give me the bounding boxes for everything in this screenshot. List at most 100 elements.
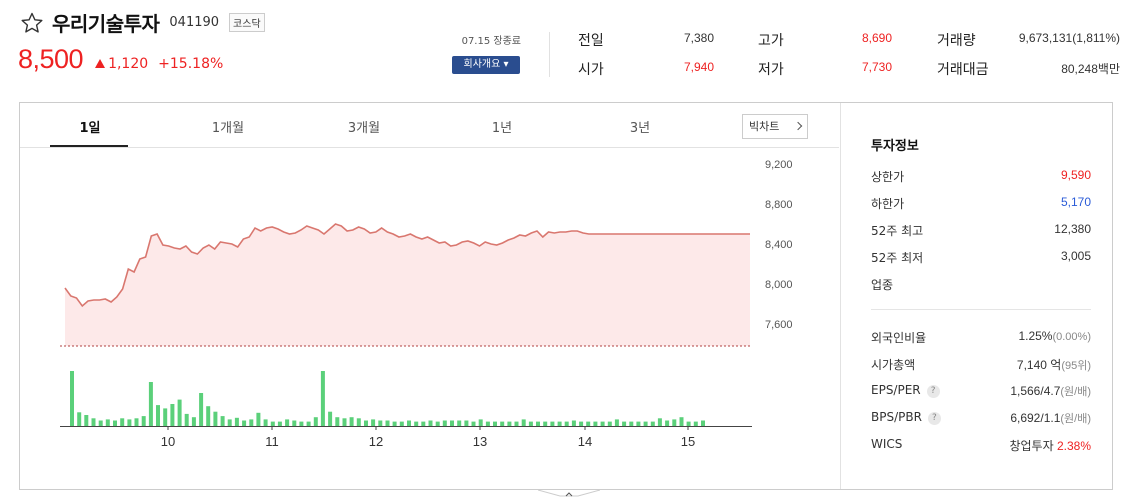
x-tick-label: 13 [473,434,487,449]
y-tick-label: 7,600 [765,319,793,331]
tab-1year[interactable]: 1년 [462,117,542,136]
market-status: 07.15 장종료 [461,36,521,47]
tab-1day[interactable]: 1일 [50,117,130,136]
volume-bar [378,420,383,426]
volume-bar [91,418,96,426]
y-tick-label: 8,000 [765,279,793,291]
volume-bar [521,419,526,426]
volume-bar [686,421,691,426]
big-chart-label: 빅차트 [749,120,780,133]
volume-bar [514,421,519,426]
info-value: 12,380 [1054,222,1091,236]
tab-3year[interactable]: 3년 [600,117,680,136]
market-badge: 코스닥 [229,13,265,32]
help-icon[interactable]: ? [926,385,940,398]
foreign-ratio-row: 외국인비율 1.25%(0.00%) [871,329,1091,349]
volume-bar [320,371,325,426]
volume-bar [277,421,282,426]
bps-pbr-label: BPS/PBR? [871,410,941,425]
volume-bar [485,421,490,426]
volume-bar [450,420,454,426]
period-tabs: 1일 1개월 3개월 1년 3년 빅차트 [20,103,839,148]
foreign-ratio-value: 1.25%(0.00%) [1018,329,1091,343]
volume-bar [292,420,297,426]
volume-value: 9,673,131(1,811%) [1018,31,1120,45]
volume-bar [421,421,426,426]
volume-bar [593,421,598,426]
market-cap-value: 7,140 억(95위) [1016,358,1091,372]
amount-label: 거래대금 [937,62,989,78]
volume-bar [665,420,670,426]
high-label: 고가 [758,33,784,49]
market-cap-row: 시가총액 7,140 억(95위) [871,356,1091,376]
star-icon[interactable] [20,11,44,35]
big-chart-button[interactable]: 빅차트 [742,114,808,139]
collapse-notch[interactable] [538,490,600,497]
volume-bar [672,419,677,426]
volume-bar [127,419,132,426]
current-price: 8,500 [18,44,84,74]
high-value: 8,690 [861,31,892,45]
open-value: 7,940 [683,60,714,74]
volume-bar [414,421,419,426]
volume-bar [493,421,497,426]
volume-bar [364,420,368,426]
wics-value[interactable]: 창업투자 2.38% [1009,437,1091,454]
volume-bar [464,420,469,426]
bps-pbr-row: BPS/PBR? 6,692/1.1(원/배) [871,410,1091,430]
y-tick-label: 8,400 [765,239,793,251]
price-row: 8,500 1,120 +15.18% [18,44,223,75]
x-tick-label: 10 [161,434,175,449]
info-value: 5,170 [1060,195,1091,209]
x-tick-label: 15 [681,434,695,449]
volume-bar [349,417,354,426]
info-label: 하한가 [871,197,905,211]
info-value: 3,005 [1060,249,1091,263]
bps-pbr-value: 6,692/1.1(원/배) [1010,411,1091,425]
volume-bar [471,421,476,426]
stock-code: 041190 [169,15,220,30]
volume-bar [263,419,268,426]
price-chart[interactable]: 9,200 8,800 8,400 8,000 7,600 10 11 12 13 14 15 [20,149,839,489]
y-tick-label: 9,200 [765,159,793,171]
volume-bar [328,411,333,426]
info-row: 하한가 5,170 [871,195,1091,215]
volume-bar [163,408,168,426]
volume-bar [571,420,576,426]
volume-bar [199,393,204,426]
volume-bar [177,399,182,426]
volume-bar [313,417,318,426]
volume-bar [356,418,361,426]
wics-row: WICS 창업투자 2.38% [871,437,1091,457]
prev-close-value: 7,380 [683,31,714,45]
volume-bar [428,420,433,426]
info-row: 업종 [871,276,1091,296]
volume-bar [84,415,89,426]
volume-bar [564,421,569,426]
company-overview-button[interactable]: 회사개요 ▾ [452,56,520,74]
volume-bar [457,420,462,426]
volume-bar [335,417,340,426]
eps-per-row: EPS/PER? 1,566/4.7(원/배) [871,383,1091,403]
help-icon[interactable]: ? [927,412,941,425]
volume-bar [256,412,261,426]
volume-bar [607,421,612,426]
price-area-fill [65,224,750,346]
tab-3month[interactable]: 3개월 [324,117,404,136]
chart-area: 1일 1개월 3개월 1년 3년 빅차트 9,200 8,800 8,400 8,00… [20,103,839,489]
volume-bar [77,412,82,427]
volume-bar [622,421,627,426]
price-change-percent: +15.18% [158,56,224,72]
volume-bar [399,421,404,426]
tab-1month[interactable]: 1개월 [188,117,268,136]
y-tick-label: 8,800 [765,199,793,211]
prev-close-label: 전일 [578,33,604,49]
eps-per-value: 1,566/4.7(원/배) [1010,384,1091,398]
volume-bar [579,421,584,426]
volume-bar [586,421,591,426]
volume-bar [636,421,641,426]
volume-bar [385,420,390,426]
info-label[interactable]: 업종 [871,276,893,293]
volume-bar [478,419,483,426]
chart-panel: 1일 1개월 3개월 1년 3년 빅차트 9,200 8,800 8,400 8,00… [19,102,1113,490]
